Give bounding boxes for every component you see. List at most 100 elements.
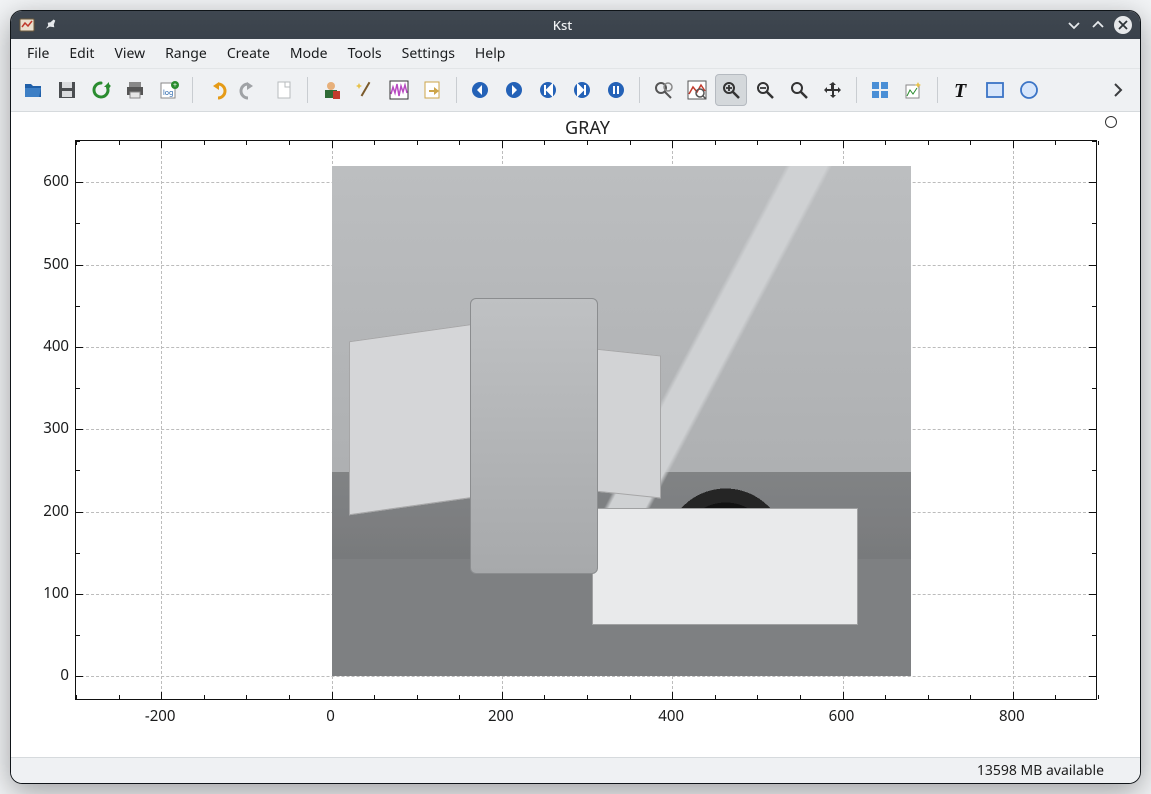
menu-tools[interactable]: Tools [338,39,392,68]
print-button[interactable] [119,74,151,106]
menu-label: View [114,44,145,63]
text-tool-icon: T [949,78,973,102]
app-icon [19,17,35,33]
wand-button[interactable] [349,74,381,106]
save-icon [56,79,78,101]
reload-icon [90,79,112,101]
chevron-right-icon [1110,82,1126,98]
rect-tool-icon [984,79,1006,101]
svg-text:+: + [173,82,177,91]
export-button[interactable] [417,74,449,106]
menu-label: Create [227,44,270,63]
toolbar-separator [639,77,640,103]
menu-settings[interactable]: Settings [392,39,465,68]
menu-file[interactable]: File [17,39,59,68]
menu-label: Tools [348,44,382,63]
circle-tool-button[interactable] [1013,74,1045,106]
close-icon[interactable] [1114,16,1132,34]
redo-button[interactable] [234,74,266,106]
page-icon [273,79,295,101]
menu-edit[interactable]: Edit [59,39,104,68]
nav-right-icon [504,80,524,100]
zoom-tied-icon [720,79,742,101]
menu-label: File [27,44,49,63]
x-axis-tick-label: 800 [992,706,1032,726]
titlebar[interactable]: Kst [11,11,1140,39]
waveform-button[interactable] [383,74,415,106]
minimize-icon[interactable] [1066,17,1082,33]
x-axis-tick-label: 200 [481,706,521,726]
nav-right-button[interactable] [498,74,530,106]
nav-first-icon [538,80,558,100]
nav-pause-icon [606,80,626,100]
toolbar-separator [856,77,857,103]
redo-icon [239,79,261,101]
toolbar-separator [937,77,938,103]
nav-left-button[interactable] [464,74,496,106]
toolbar-overflow-button[interactable] [1102,74,1134,106]
log-icon: log+ [158,79,180,101]
x-axis-tick-label: -200 [140,706,180,726]
rect-tool-button[interactable] [979,74,1011,106]
zoom-out-button[interactable] [783,74,815,106]
reload-button[interactable] [85,74,117,106]
statusbar: 13598 MB available [11,757,1140,783]
zoom-fit-button[interactable] [817,74,849,106]
svg-text:log: log [163,89,173,98]
wizard-data-icon [320,79,342,101]
log-button[interactable]: log+ [153,74,185,106]
y-axis-tick-label: 300 [31,418,69,438]
maximize-icon[interactable] [1090,17,1106,33]
menu-help[interactable]: Help [465,39,516,68]
zoom-xy-button[interactable] [647,74,679,106]
y-axis-tick-label: 100 [31,583,69,603]
svg-text:T: T [954,80,967,102]
menu-range[interactable]: Range [155,39,217,68]
x-axis-tick-label: 0 [311,706,351,726]
zoom-y-button[interactable] [749,74,781,106]
undo-icon [205,79,227,101]
zoom-tied-button[interactable] [715,74,747,106]
export-icon [422,79,444,101]
undo-button[interactable] [200,74,232,106]
menu-view[interactable]: View [104,39,155,68]
open-icon [22,79,44,101]
zoom-x-button[interactable] [681,74,713,106]
y-axis-tick-label: 500 [31,254,69,274]
zoom-x-icon [686,79,708,101]
nav-pause-button[interactable] [600,74,632,106]
y-axis-tick-label: 200 [31,501,69,521]
text-tool-button[interactable]: T [945,74,977,106]
menu-label: Range [165,44,207,63]
menu-label: Help [475,44,506,63]
new-plot-button[interactable] [898,74,930,106]
print-icon [124,79,146,101]
open-button[interactable] [17,74,49,106]
wizard-data-button[interactable] [315,74,347,106]
toolbar: log+ T [11,69,1140,112]
menu-label: Settings [402,44,455,63]
menubar: File Edit View Range Create Mode Tools S… [11,39,1140,69]
x-axis-tick-label: 400 [651,706,691,726]
status-memory: 13598 MB available [977,761,1104,780]
nav-last-icon [572,80,592,100]
nav-left-icon [470,80,490,100]
menu-create[interactable]: Create [217,39,280,68]
menu-mode[interactable]: Mode [280,39,338,68]
zoom-out-icon [788,79,810,101]
plot-viewport[interactable]: GRAY -2000200400600800 01002003004005006… [11,112,1140,757]
layout-grid-button[interactable] [864,74,896,106]
y-axis-tick-label: 600 [31,171,69,191]
y-axis-tick-label: 0 [31,665,69,685]
waveform-icon [388,79,410,101]
nav-last-button[interactable] [566,74,598,106]
page-button[interactable] [268,74,300,106]
toolbar-separator [192,77,193,103]
menu-label: Mode [290,44,328,63]
save-button[interactable] [51,74,83,106]
circle-tool-icon [1018,79,1040,101]
nav-first-button[interactable] [532,74,564,106]
pin-icon[interactable] [43,17,59,33]
plot-frame[interactable] [75,140,1097,700]
zoom-y-icon [754,79,776,101]
